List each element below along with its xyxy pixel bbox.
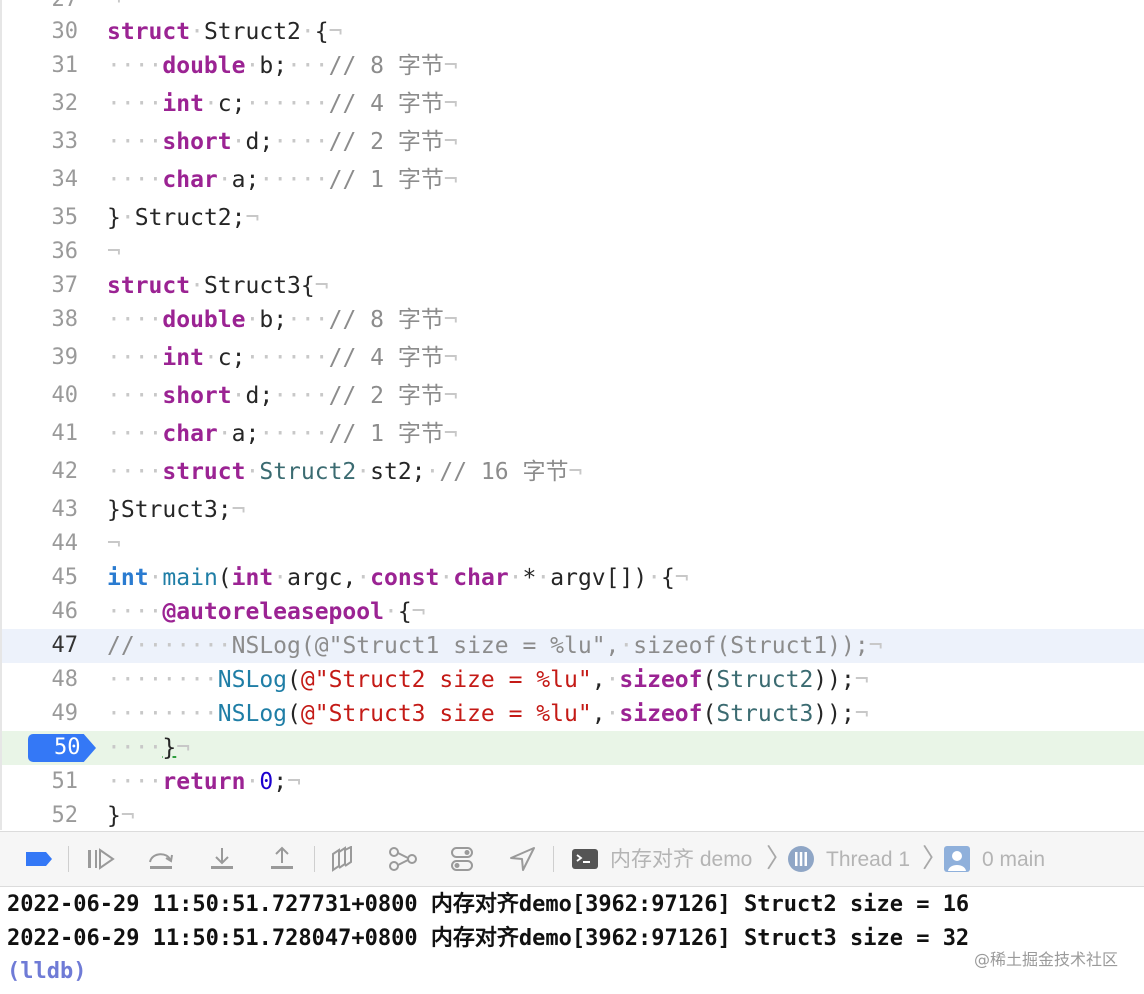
code-line: 41 ····char·a;·····// 1 字节¬	[2, 417, 1144, 451]
breadcrumb-process[interactable]: 内存对齐 demo	[610, 832, 752, 888]
line-number: 47	[51, 633, 79, 658]
breadcrumb-thread[interactable]: Thread 1	[826, 832, 910, 888]
code-line: 35 }·Struct2;¬	[2, 201, 1144, 235]
breakpoints-toggle-icon[interactable]	[24, 844, 54, 874]
line-number: 39	[51, 345, 79, 370]
code-line: 42 ····struct·Struct2·st2;·// 16 字节¬	[2, 455, 1144, 489]
lldb-prompt[interactable]: (lldb)	[7, 955, 86, 989]
watermark: @稀土掘金技术社区	[973, 950, 1118, 969]
code-line: 34 ····char·a;·····// 1 字节¬	[2, 163, 1144, 197]
step-into-icon[interactable]	[207, 844, 237, 874]
line-number: 32	[51, 91, 79, 116]
code-line: 45 int·main(int·argc,·const·char·*·argv[…	[2, 561, 1144, 595]
terminal-icon	[570, 844, 600, 874]
code-line: 37 struct·Struct3{¬	[2, 269, 1144, 303]
breakpoint-marker[interactable]: 50	[28, 734, 96, 762]
code-line: 31 ····double·b;···// 8 字节¬	[2, 49, 1144, 83]
code-line: 32 ····int·c;······// 4 字节¬	[2, 87, 1144, 121]
view-hierarchy-icon[interactable]	[328, 844, 358, 874]
code-line: 51 ····return·0;¬	[2, 765, 1144, 799]
code-line: 48 ········NSLog(@"Struct2 size = %lu",·…	[2, 663, 1144, 697]
line-number: 37	[51, 273, 79, 298]
step-over-icon[interactable]	[146, 844, 176, 874]
console-output-line: 2022-06-29 11:50:51.727731+0800 内存对齐demo…	[7, 892, 970, 917]
code-editor[interactable]: 27 ¬ 30 struct·Struct2·{¬ 31 ····double·…	[0, 0, 1144, 830]
line-number: 36	[51, 239, 79, 264]
line-number: 44	[51, 531, 79, 556]
line-number: 31	[51, 53, 79, 78]
code-line: 39 ····int·c;······// 4 字节¬	[2, 341, 1144, 375]
code-line: 30 struct·Struct2·{¬	[2, 15, 1144, 49]
simulate-location-icon[interactable]	[508, 844, 538, 874]
line-number: 51	[51, 769, 79, 794]
debug-bar: 内存对齐 demo 〉 Thread 1 〉 0 main	[0, 831, 1144, 887]
continue-icon[interactable]	[86, 844, 116, 874]
line-number: 46	[51, 599, 79, 624]
code-line: 52 }¬	[2, 799, 1144, 830]
memory-graph-icon[interactable]	[388, 844, 418, 874]
code-line: 40 ····short·d;····// 2 字节¬	[2, 379, 1144, 413]
step-out-icon[interactable]	[267, 844, 297, 874]
line-number: 48	[51, 667, 79, 692]
stack-frame-icon	[942, 844, 972, 874]
line-number: 34	[51, 167, 79, 192]
line-number: 38	[51, 307, 79, 332]
code-line: 36 ¬	[2, 235, 1144, 269]
line-number: 45	[51, 565, 79, 590]
line-number: 35	[51, 205, 79, 230]
line-number: 41	[51, 421, 79, 446]
code-line: 43 }Struct3;¬	[2, 493, 1144, 527]
thread-icon	[786, 844, 816, 874]
line-number: 52	[51, 803, 79, 828]
code-line: 38 ····double·b;···// 8 字节¬	[2, 303, 1144, 337]
code-line: 33 ····short·d;····// 2 字节¬	[2, 125, 1144, 159]
code-line-current: 50 ····}¬	[2, 731, 1144, 765]
code-line: 44 ¬	[2, 527, 1144, 561]
debug-console[interactable]: 2022-06-29 11:50:51.727731+0800 内存对齐demo…	[0, 888, 1144, 994]
environment-overrides-icon[interactable]	[448, 844, 478, 874]
code-line-selected: 47 //·······NSLog(@"Struct1 size = %lu",…	[2, 629, 1144, 663]
console-output-line: 2022-06-29 11:50:51.728047+0800 内存对齐demo…	[7, 926, 970, 951]
line-number: 43	[51, 497, 79, 522]
code-line: 46 ····@autoreleasepool·{¬	[2, 595, 1144, 629]
code-line: 49 ········NSLog(@"Struct3 size = %lu",·…	[2, 697, 1144, 731]
line-number: 42	[51, 459, 79, 484]
breadcrumb-frame[interactable]: 0 main	[982, 832, 1045, 888]
line-number: 49	[51, 701, 79, 726]
line-number: 40	[51, 383, 79, 408]
line-number: 33	[51, 129, 79, 154]
line-number: 30	[51, 19, 79, 44]
